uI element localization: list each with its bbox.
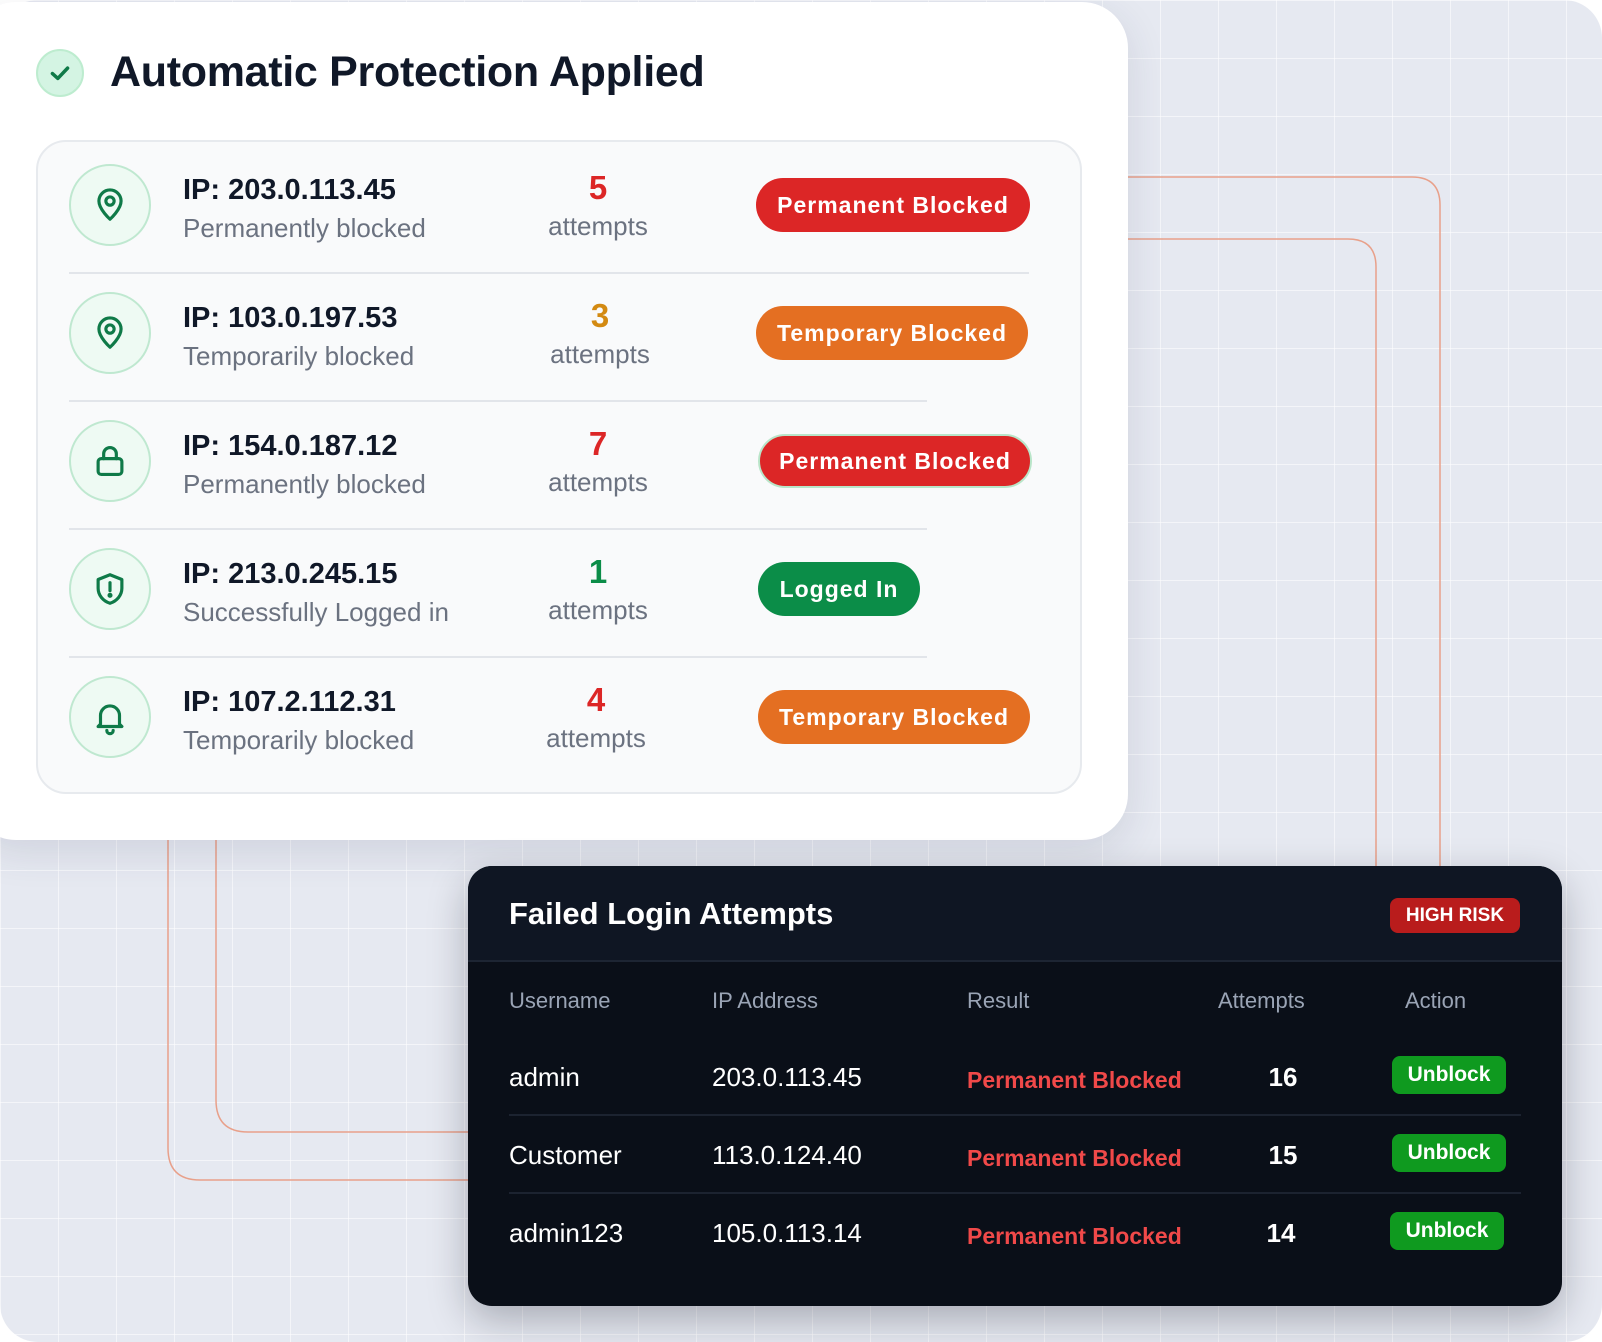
ip-cell: 203.0.113.45 (712, 1062, 862, 1092)
status-badge: Logged In (758, 562, 920, 616)
username-cell: Customer (509, 1140, 622, 1170)
column-header-ip-address: IP Address (712, 988, 818, 1013)
attempts-count: 4 attempts (516, 680, 676, 756)
column-header-attempts: Attempts (1218, 988, 1305, 1013)
ip-info: IP: 154.0.187.12 Permanently blocked (183, 428, 426, 502)
check-icon (36, 48, 84, 97)
result-cell: Permanent Blocked (967, 1145, 1182, 1171)
ip-row[interactable]: IP: 154.0.187.12 Permanently blocked 7 a… (38, 398, 1080, 530)
map-pin-icon (69, 164, 151, 246)
ip-row[interactable]: IP: 107.2.112.31 Temporarily blocked 4 a… (38, 654, 1080, 785)
attempts-label: attempts (550, 339, 650, 369)
status-badge: Permanent Blocked (756, 178, 1030, 232)
failed-card-header: Failed Login Attempts HIGH RISK (468, 866, 1562, 962)
attempts-count: 1 attempts (518, 552, 678, 628)
attempts-label: attempts (548, 595, 648, 625)
table-row: admin123 105.0.113.14 Permanent Blocked … (468, 1194, 1562, 1272)
ip-info: IP: 213.0.245.15 Successfully Logged in (183, 556, 449, 630)
connector-line-left-inner (215, 840, 468, 1133)
risk-badge: HIGH RISK (1390, 898, 1520, 933)
ip-cell: 113.0.124.40 (712, 1140, 862, 1170)
attempts-cell: 15 (1268, 1140, 1298, 1170)
failed-login-card: Failed Login Attempts HIGH RISK Username… (468, 866, 1562, 1306)
table-row: admin 203.0.113.45 Permanent Blocked 16 … (468, 1038, 1562, 1116)
ip-address: IP: 203.0.113.45 (183, 174, 396, 206)
blocked-ip-list: IP: 203.0.113.45 Permanently blocked 5 a… (36, 140, 1082, 794)
attempts-number: 7 (588, 425, 608, 462)
unblock-button[interactable]: Unblock (1390, 1212, 1504, 1250)
ip-status: Permanently blocked (183, 469, 426, 499)
column-header-result: Result (967, 988, 1030, 1013)
connector-line-inner (1128, 238, 1377, 866)
attempts-cell: 16 (1268, 1062, 1298, 1092)
ip-status: Permanently blocked (183, 213, 426, 243)
attempts-number: 4 (586, 681, 606, 718)
unblock-button[interactable]: Unblock (1392, 1056, 1506, 1094)
ip-status: Temporarily blocked (183, 341, 415, 371)
lock-icon (69, 420, 151, 502)
attempts-number: 1 (588, 553, 608, 590)
bell-icon (69, 676, 151, 758)
stage: Automatic Protection Applied IP: 203.0.1… (0, 0, 1602, 1342)
result-cell: Permanent Blocked (967, 1223, 1182, 1249)
status-badge: Temporary Blocked (756, 306, 1028, 360)
attempts-label: attempts (546, 723, 646, 753)
attempts-count: 5 attempts (518, 168, 678, 244)
connector-line-left-outer (167, 840, 468, 1181)
card-title: Automatic Protection Applied (110, 48, 705, 96)
table-row: Customer 113.0.124.40 Permanent Blocked … (468, 1116, 1562, 1194)
attempts-count: 7 attempts (518, 424, 678, 500)
column-header-username: Username (509, 988, 611, 1013)
username-cell: admin (509, 1062, 580, 1092)
username-cell: admin123 (509, 1218, 624, 1248)
protection-card: Automatic Protection Applied IP: 203.0.1… (0, 2, 1128, 840)
result-cell: Permanent Blocked (967, 1067, 1182, 1093)
shield-alert-icon (69, 548, 151, 630)
column-header-action: Action (1405, 988, 1467, 1013)
attempts-count: 3 attempts (520, 296, 680, 372)
ip-cell: 105.0.113.14 (712, 1218, 862, 1248)
attempts-number: 5 (588, 169, 608, 206)
ip-row[interactable]: IP: 103.0.197.53 Temporarily blocked 3 a… (38, 270, 1080, 402)
ip-address: IP: 103.0.197.53 (183, 302, 398, 334)
attempts-number: 3 (590, 297, 610, 334)
connector-line-outer (1128, 176, 1441, 866)
ip-address: IP: 107.2.112.31 (183, 686, 396, 718)
ip-status: Temporarily blocked (183, 725, 415, 755)
status-badge: Temporary Blocked (758, 690, 1030, 744)
ip-row[interactable]: IP: 203.0.113.45 Permanently blocked 5 a… (38, 142, 1080, 274)
ip-info: IP: 107.2.112.31 Temporarily blocked (183, 684, 414, 758)
ip-row[interactable]: IP: 213.0.245.15 Successfully Logged in … (38, 526, 1080, 658)
attempts-label: attempts (548, 467, 648, 497)
unblock-button[interactable]: Unblock (1392, 1134, 1506, 1172)
ip-address: IP: 154.0.187.12 (183, 430, 398, 462)
ip-address: IP: 213.0.245.15 (183, 558, 398, 590)
attempts-label: attempts (548, 211, 648, 241)
attempts-cell: 14 (1266, 1218, 1296, 1248)
card-header: Automatic Protection Applied (36, 48, 705, 97)
map-pin-icon (69, 292, 151, 374)
ip-status: Successfully Logged in (183, 597, 449, 627)
failed-card-title: Failed Login Attempts (509, 896, 834, 931)
ip-info: IP: 103.0.197.53 Temporarily blocked (183, 300, 414, 374)
ip-info: IP: 203.0.113.45 Permanently blocked (183, 172, 426, 246)
status-badge: Permanent Blocked (758, 434, 1032, 488)
